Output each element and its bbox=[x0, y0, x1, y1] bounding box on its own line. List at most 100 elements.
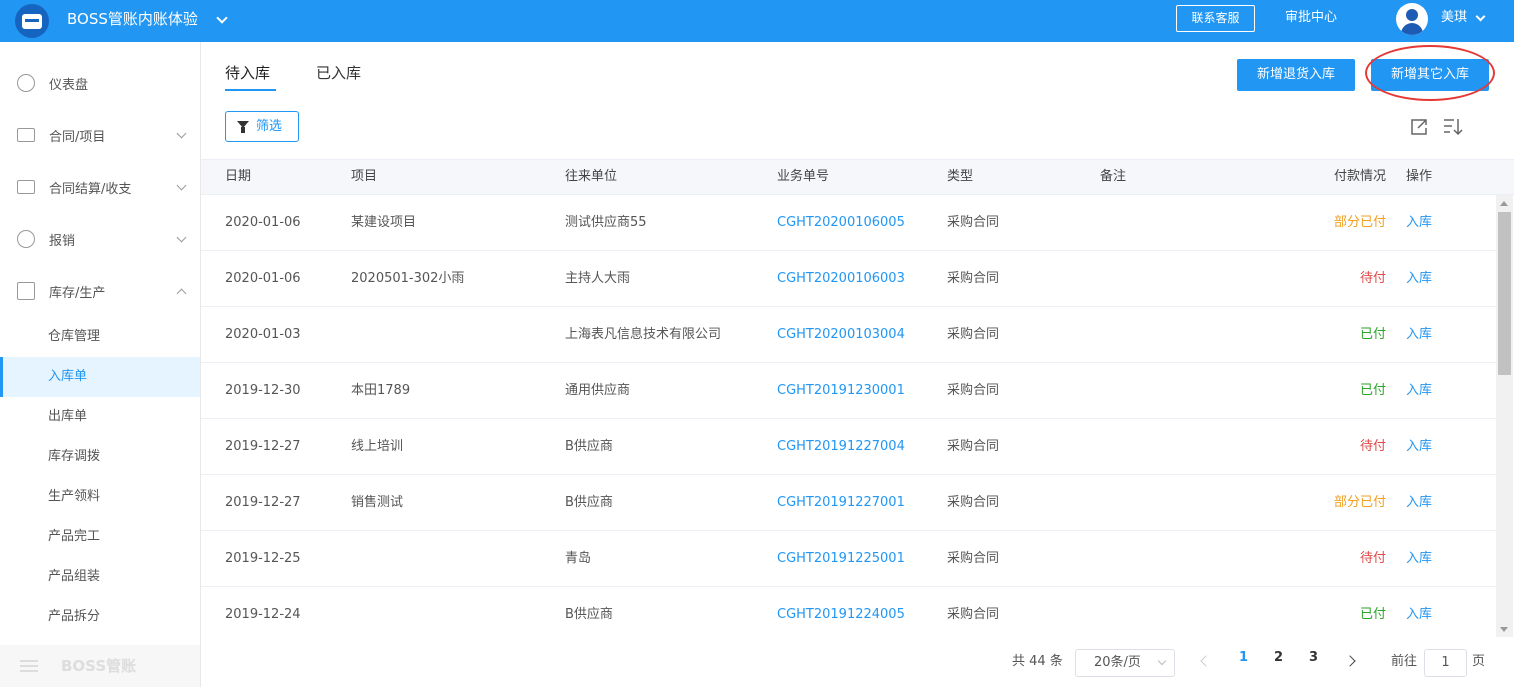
table-row: 2019-12-27 销售测试 B供应商 CGHT20191227001 采购合… bbox=[201, 475, 1496, 531]
cell-partner: B供应商 bbox=[565, 439, 613, 454]
cell-order-no-link[interactable]: CGHT20191227001 bbox=[777, 475, 905, 530]
inbound-action-link[interactable]: 入库 bbox=[1406, 195, 1432, 250]
cell-date: 2020-01-06 bbox=[225, 271, 301, 286]
pagination-total: 共 44 条 bbox=[1012, 654, 1063, 669]
header-partner[interactable]: 往来单位 bbox=[565, 160, 617, 194]
next-page-icon[interactable] bbox=[1344, 655, 1356, 667]
cell-payment-status: 部分已付 bbox=[1333, 215, 1386, 230]
table-row: 2020-01-06 2020501-302小雨 主持人大雨 CGHT20200… bbox=[201, 251, 1496, 307]
page-number-2[interactable]: 2 bbox=[1274, 650, 1283, 665]
header-project[interactable]: 项目 bbox=[351, 160, 377, 194]
sidebar-subitem-completion[interactable]: 产品完工 bbox=[0, 517, 200, 557]
chevron-down-icon bbox=[176, 180, 187, 190]
page-number-1[interactable]: 1 bbox=[1239, 650, 1248, 665]
header-action[interactable]: 操作 bbox=[1406, 160, 1432, 194]
sidebar-item-reimbursement[interactable]: 报销 bbox=[0, 213, 200, 265]
sidebar-item-label: 仪表盘 bbox=[49, 77, 89, 93]
cell-order-no-link[interactable]: CGHT20200106003 bbox=[777, 251, 905, 306]
dashboard-icon bbox=[17, 74, 35, 92]
sidebar-subitem-assembly[interactable]: 产品组装 bbox=[0, 557, 200, 597]
sidebar-subitem-outbound[interactable]: 出库单 bbox=[0, 397, 200, 437]
sidebar: 仪表盘 合同/项目 合同结算/收支 报销 库存/生产 仓库管理 入库单 出库单 … bbox=[0, 42, 201, 687]
sidebar-subitem-disassembly[interactable]: 产品拆分 bbox=[0, 597, 200, 637]
chevron-down-icon[interactable] bbox=[216, 12, 228, 24]
sidebar-subitem-material-issue[interactable]: 生产领料 bbox=[0, 477, 200, 517]
cell-type: 采购合同 bbox=[947, 215, 1000, 230]
scroll-up-arrow-icon[interactable] bbox=[1500, 201, 1508, 206]
sidebar-item-label: 合同/项目 bbox=[49, 129, 106, 145]
table-row: 2020-01-06 某建设项目 测试供应商55 CGHT20200106005… bbox=[201, 195, 1496, 251]
tab-completed-inbound[interactable]: 已入库 bbox=[316, 62, 361, 83]
table-row: 2019-12-30 本田1789 通用供应商 CGHT20191230001 … bbox=[201, 363, 1496, 419]
header-type[interactable]: 类型 bbox=[947, 160, 973, 194]
cell-type: 采购合同 bbox=[947, 495, 1000, 510]
user-name[interactable]: 美琪 bbox=[1441, 0, 1467, 36]
scroll-down-arrow-icon[interactable] bbox=[1500, 627, 1508, 632]
sidebar-item-dashboard[interactable]: 仪表盘 bbox=[0, 57, 200, 109]
inbound-action-link[interactable]: 入库 bbox=[1406, 587, 1432, 642]
cell-partner: B供应商 bbox=[565, 607, 613, 622]
sidebar-subitem-inbound[interactable]: 入库单 bbox=[0, 357, 200, 397]
cell-partner: 上海表凡信息技术有限公司 bbox=[565, 327, 722, 342]
cell-project: 2020501-302小雨 bbox=[351, 271, 465, 286]
cell-order-no-link[interactable]: CGHT20200103004 bbox=[777, 307, 905, 362]
prev-page-icon[interactable] bbox=[1200, 655, 1212, 667]
cell-payment-status: 待付 bbox=[1359, 551, 1386, 566]
cell-date: 2020-01-03 bbox=[225, 327, 301, 342]
cell-order-no-link[interactable]: CGHT20191225001 bbox=[777, 531, 905, 586]
contact-support-button[interactable]: 联系客服 bbox=[1176, 5, 1255, 32]
inbound-action-link[interactable]: 入库 bbox=[1406, 363, 1432, 418]
table-row: 2020-01-03 上海表凡信息技术有限公司 CGHT20200103004 … bbox=[201, 307, 1496, 363]
export-icon[interactable] bbox=[1409, 117, 1429, 137]
header-order-no[interactable]: 业务单号 bbox=[777, 160, 829, 194]
chevron-down-icon bbox=[176, 128, 187, 138]
page-size-select[interactable]: 20条/页 bbox=[1075, 649, 1175, 677]
collapse-menu-icon bbox=[20, 660, 38, 672]
cell-project: 本田1789 bbox=[351, 383, 411, 398]
add-return-inbound-button[interactable]: 新增退货入库 bbox=[1237, 59, 1355, 91]
cell-type: 采购合同 bbox=[947, 383, 1000, 398]
approval-center-link[interactable]: 审批中心 bbox=[1285, 0, 1337, 36]
inbound-action-link[interactable]: 入库 bbox=[1406, 307, 1432, 362]
cell-order-no-link[interactable]: CGHT20200106005 bbox=[777, 195, 905, 250]
cell-partner: 主持人大雨 bbox=[565, 271, 631, 286]
user-avatar[interactable] bbox=[1396, 3, 1428, 35]
sidebar-subitem-transfer[interactable]: 库存调拨 bbox=[0, 437, 200, 477]
inbound-action-link[interactable]: 入库 bbox=[1406, 251, 1432, 306]
yuan-icon bbox=[17, 230, 35, 248]
cell-project: 某建设项目 bbox=[351, 215, 417, 230]
sidebar-item-inventory[interactable]: 库存/生产 bbox=[0, 265, 200, 317]
sidebar-collapse-bar[interactable]: BOSS管账 bbox=[0, 645, 200, 687]
sidebar-item-settlement[interactable]: 合同结算/收支 bbox=[0, 161, 200, 213]
cell-partner: B供应商 bbox=[565, 495, 613, 510]
page-number-3[interactable]: 3 bbox=[1309, 650, 1318, 665]
sort-icon[interactable] bbox=[1443, 117, 1463, 137]
cell-order-no-link[interactable]: CGHT20191224005 bbox=[777, 587, 905, 642]
scrollbar-thumb[interactable] bbox=[1498, 212, 1511, 375]
table-header: 日期 项目 往来单位 业务单号 类型 备注 付款情况 操作 bbox=[201, 159, 1514, 195]
inbound-action-link[interactable]: 入库 bbox=[1406, 475, 1432, 530]
filter-button[interactable]: 筛选 bbox=[225, 111, 299, 142]
cell-date: 2019-12-27 bbox=[225, 439, 301, 454]
cell-order-no-link[interactable]: CGHT20191227004 bbox=[777, 419, 905, 474]
chevron-down-icon[interactable] bbox=[1475, 11, 1486, 22]
cell-order-no-link[interactable]: CGHT20191230001 bbox=[777, 363, 905, 418]
box-icon bbox=[17, 282, 35, 300]
cell-partner: 青岛 bbox=[565, 551, 592, 566]
app-logo-icon[interactable] bbox=[15, 4, 49, 38]
header-remark[interactable]: 备注 bbox=[1100, 160, 1126, 194]
cell-payment-status: 已付 bbox=[1359, 327, 1386, 342]
cell-date: 2020-01-06 bbox=[225, 215, 301, 230]
sidebar-subitem-warehouse[interactable]: 仓库管理 bbox=[0, 317, 200, 357]
sidebar-item-contracts[interactable]: 合同/项目 bbox=[0, 109, 200, 161]
inbound-action-link[interactable]: 入库 bbox=[1406, 419, 1432, 474]
header-payment[interactable]: 付款情况 bbox=[1334, 160, 1386, 194]
cell-type: 采购合同 bbox=[947, 551, 1000, 566]
tab-pending-inbound[interactable]: 待入库 bbox=[225, 62, 270, 83]
settlement-icon bbox=[17, 180, 35, 194]
org-name[interactable]: BOSS管账内账体验 bbox=[67, 0, 198, 38]
cell-payment-status: 已付 bbox=[1359, 383, 1386, 398]
header-date[interactable]: 日期 bbox=[225, 160, 251, 194]
goto-page-input[interactable]: 1 bbox=[1424, 649, 1467, 677]
inbound-action-link[interactable]: 入库 bbox=[1406, 531, 1432, 586]
